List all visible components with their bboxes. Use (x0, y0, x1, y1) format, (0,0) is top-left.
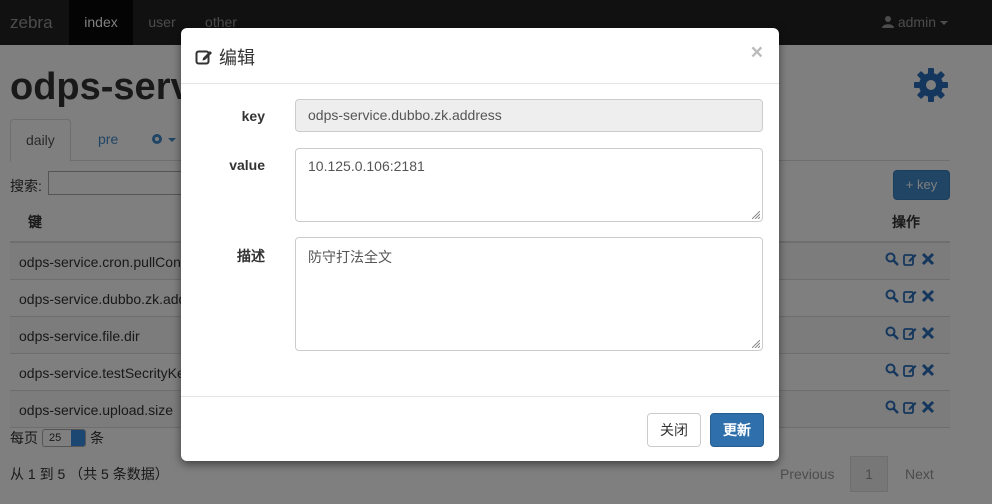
description-text: 防守打法全文 (308, 249, 392, 265)
value-text: 10.125.0.106:2181 (308, 158, 425, 174)
dialog-header: 编辑 × (181, 28, 779, 84)
close-icon[interactable]: × (751, 42, 763, 63)
key-label: key (241, 108, 265, 124)
dialog-title-text: 编辑 (219, 48, 255, 68)
resize-handle-icon[interactable] (752, 340, 760, 348)
description-textarea[interactable]: 防守打法全文 (295, 237, 763, 351)
key-field[interactable]: odps-service.dubbo.zk.address (295, 99, 763, 132)
edit-icon (195, 50, 212, 65)
value-label: value (229, 157, 265, 173)
value-textarea[interactable]: 10.125.0.106:2181 (295, 148, 763, 222)
close-button[interactable]: 关闭 (647, 413, 701, 447)
resize-handle-icon[interactable] (752, 211, 760, 219)
update-button[interactable]: 更新 (710, 413, 764, 447)
description-label: 描述 (237, 248, 265, 264)
edit-dialog: 编辑 × key odps-service.dubbo.zk.address v… (181, 28, 779, 461)
dialog-footer: 关闭 更新 (181, 396, 779, 461)
dialog-title: 编辑 (195, 44, 255, 70)
